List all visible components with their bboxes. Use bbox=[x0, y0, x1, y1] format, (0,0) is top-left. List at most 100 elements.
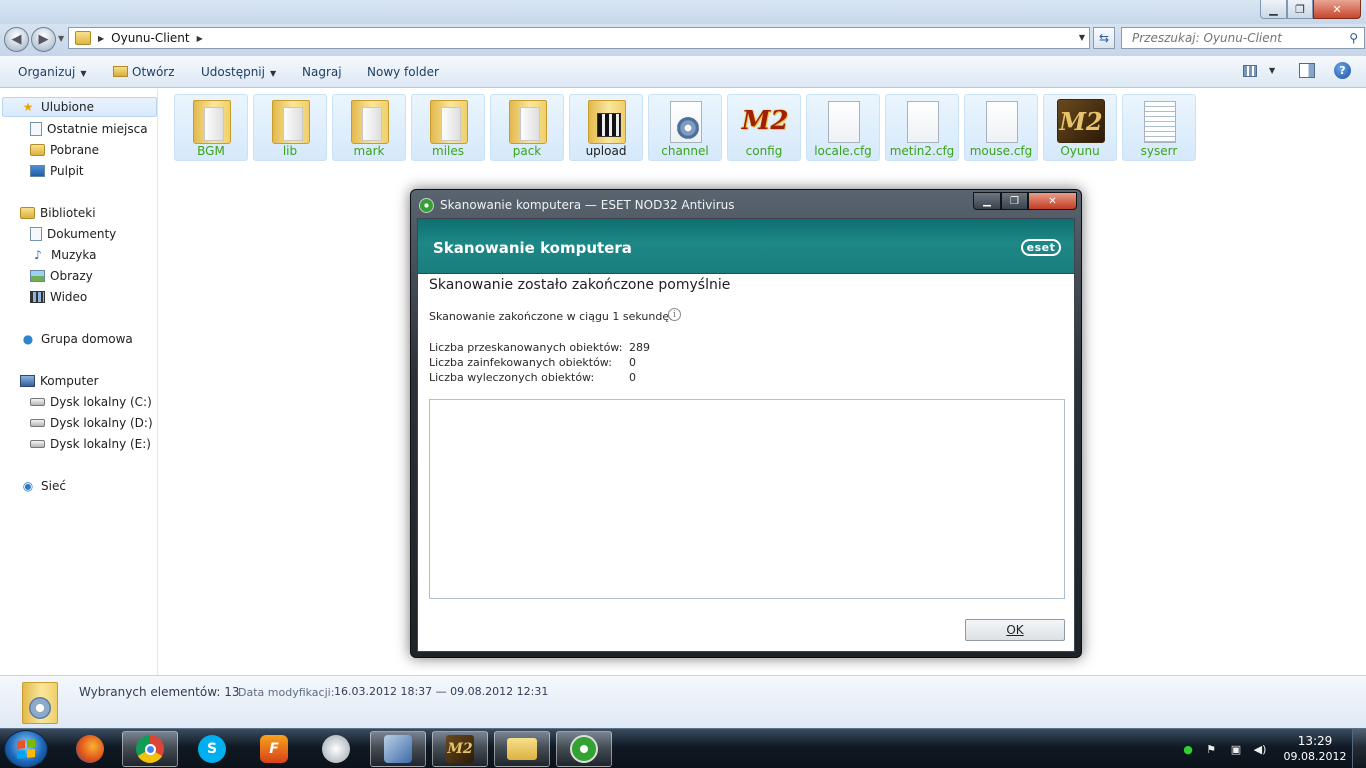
network-tray-icon[interactable]: ▣ bbox=[1229, 742, 1243, 756]
pictures-icon bbox=[30, 270, 45, 282]
ok-button[interactable]: OK bbox=[965, 619, 1065, 641]
file-item-mark[interactable]: mark bbox=[332, 94, 406, 161]
taskbar-chrome[interactable] bbox=[122, 731, 178, 767]
file-item-syserr[interactable]: syserr bbox=[1122, 94, 1196, 161]
address-bar[interactable]: ▶ Oyunu-Client ▶ ▼ bbox=[68, 27, 1090, 49]
file-item-locale-cfg[interactable]: locale.cfg bbox=[806, 94, 880, 161]
taskbar-eset[interactable] bbox=[556, 731, 612, 767]
maximize-button[interactable]: ❐ bbox=[1287, 0, 1313, 19]
nav-item-drive-e[interactable]: Dysk lokalny (E:) bbox=[0, 434, 151, 454]
open-label: Otwórz bbox=[132, 65, 175, 79]
volume-icon[interactable]: ◀) bbox=[1253, 742, 1267, 756]
recent-pages-dropdown[interactable]: ▼ bbox=[58, 34, 64, 43]
file-item-miles[interactable]: miles bbox=[411, 94, 485, 161]
help-icon[interactable]: ? bbox=[1334, 62, 1351, 79]
nav-label: Muzyka bbox=[51, 248, 97, 262]
address-history-dropdown[interactable]: ▼ bbox=[1079, 33, 1085, 42]
windows-logo-icon bbox=[17, 739, 35, 759]
taskbar-vmware[interactable] bbox=[308, 731, 364, 767]
start-button[interactable] bbox=[4, 730, 48, 768]
nav-item-drive-c[interactable]: Dysk lokalny (C:) bbox=[0, 392, 152, 412]
nav-item-documents[interactable]: Dokumenty bbox=[0, 224, 116, 244]
file-item-metin2-cfg[interactable]: metin2.cfg bbox=[885, 94, 959, 161]
nav-item-computer[interactable]: Komputer bbox=[0, 371, 99, 391]
nav-item-favorites[interactable]: ★ Ulubione bbox=[2, 97, 157, 117]
file-item-oyunu[interactable]: M2 Oyunu bbox=[1043, 94, 1117, 161]
file-item-config[interactable]: M2 config bbox=[727, 94, 801, 161]
details-pane: Wybranych elementów: 13 Data modyfikacji… bbox=[0, 675, 1366, 728]
taskbar-skype[interactable]: S bbox=[184, 731, 240, 767]
scan-log-area[interactable] bbox=[429, 399, 1065, 599]
search-icon[interactable]: ⚲ bbox=[1349, 31, 1358, 45]
nav-item-homegroup[interactable]: ● Grupa domowa bbox=[0, 329, 133, 349]
nav-item-downloads[interactable]: Pobrane bbox=[0, 140, 99, 160]
nav-item-network[interactable]: ◉ Sieć bbox=[0, 476, 66, 496]
new-folder-button[interactable]: Nowy folder bbox=[367, 65, 439, 79]
minimize-button[interactable]: ▁ bbox=[1260, 0, 1287, 19]
dialog-maximize-button[interactable]: ❐ bbox=[1001, 192, 1028, 210]
explorer-icon bbox=[507, 738, 537, 760]
back-button[interactable]: ◀ bbox=[4, 27, 29, 52]
taskbar-metin2[interactable]: M2 bbox=[432, 731, 488, 767]
file-icon bbox=[986, 101, 1018, 143]
taskbar-explorer[interactable] bbox=[494, 731, 550, 767]
file-name: miles bbox=[432, 144, 464, 158]
close-button[interactable]: ✕ bbox=[1313, 0, 1361, 19]
preview-pane-icon[interactable] bbox=[1299, 63, 1315, 78]
view-options-dropdown[interactable]: ▼ bbox=[1269, 66, 1275, 75]
film-icon bbox=[30, 291, 45, 303]
chrome-icon bbox=[136, 735, 164, 763]
file-name: metin2.cfg bbox=[889, 144, 955, 158]
file-item-lib[interactable]: lib bbox=[253, 94, 327, 161]
forward-button[interactable]: ▶ bbox=[31, 27, 56, 52]
nav-item-desktop[interactable]: Pulpit bbox=[0, 161, 84, 181]
documents-icon bbox=[30, 227, 42, 241]
nav-label: Biblioteki bbox=[40, 206, 96, 220]
file-item-pack[interactable]: pack bbox=[490, 94, 564, 161]
file-item-bgm[interactable]: BGM bbox=[174, 94, 248, 161]
action-center-icon[interactable]: ⚑ bbox=[1204, 742, 1218, 756]
organize-menu[interactable]: Organizuj ▼ bbox=[18, 65, 86, 79]
dialog-close-button[interactable]: ✕ bbox=[1028, 192, 1077, 210]
breadcrumb-oyunu-client[interactable]: Oyunu-Client bbox=[111, 31, 189, 45]
file-item-upload[interactable]: upload bbox=[569, 94, 643, 161]
taskbar-virtualbox[interactable] bbox=[370, 731, 426, 767]
info-icon[interactable]: i bbox=[668, 308, 681, 321]
taskbar-firefox[interactable] bbox=[62, 731, 118, 767]
selected-count: Wybranych elementów: 13 bbox=[79, 685, 240, 699]
nav-item-pictures[interactable]: Obrazy bbox=[0, 266, 93, 286]
change-view-icon[interactable] bbox=[1243, 65, 1257, 77]
cleaned-objects-label: Liczba wyleczonych obiektów: bbox=[429, 371, 595, 384]
search-box[interactable]: ⚲ bbox=[1121, 27, 1365, 49]
share-menu[interactable]: Udostępnij ▼ bbox=[201, 65, 276, 79]
scanned-objects-label: Liczba przeskanowanych obiektów: bbox=[429, 341, 623, 354]
nav-label: Ostatnie miejsca bbox=[47, 122, 148, 136]
show-desktop-button[interactable] bbox=[1352, 729, 1366, 768]
breadcrumb-separator[interactable]: ▶ bbox=[98, 34, 104, 43]
search-input[interactable] bbox=[1122, 28, 1332, 48]
taskbar-flash[interactable]: F bbox=[246, 731, 302, 767]
file-name: locale.cfg bbox=[814, 144, 872, 158]
file-name: BGM bbox=[197, 144, 225, 158]
drive-icon bbox=[30, 419, 45, 427]
nav-item-videos[interactable]: Wideo bbox=[0, 287, 87, 307]
music-note-icon: ♪ bbox=[34, 248, 42, 262]
open-button[interactable]: Otwórz bbox=[113, 65, 175, 79]
dialog-minimize-button[interactable]: ▁ bbox=[973, 192, 1001, 210]
nav-item-recent-places[interactable]: Ostatnie miejsca bbox=[0, 119, 148, 139]
nav-label: Dysk lokalny (C:) bbox=[50, 395, 152, 409]
nav-item-music[interactable]: ♪ Muzyka bbox=[0, 245, 96, 265]
breadcrumb-separator[interactable]: ▶ bbox=[197, 34, 203, 43]
eset-tray-icon[interactable]: ● bbox=[1181, 742, 1195, 756]
clock-date[interactable]: 09.08.2012 bbox=[1282, 750, 1348, 763]
back-arrow-icon: ◀ bbox=[11, 32, 22, 47]
file-item-mouse-cfg[interactable]: mouse.cfg bbox=[964, 94, 1038, 161]
file-item-channel[interactable]: channel bbox=[648, 94, 722, 161]
refresh-button[interactable]: ⇆ bbox=[1093, 27, 1115, 49]
burn-button[interactable]: Nagraj bbox=[302, 65, 342, 79]
computer-icon bbox=[20, 375, 35, 387]
clock-time[interactable]: 13:29 bbox=[1290, 734, 1340, 748]
infected-objects-label: Liczba zainfekowanych obiektów: bbox=[429, 356, 612, 369]
nav-item-libraries[interactable]: Biblioteki bbox=[0, 203, 96, 223]
nav-item-drive-d[interactable]: Dysk lokalny (D:) bbox=[0, 413, 153, 433]
